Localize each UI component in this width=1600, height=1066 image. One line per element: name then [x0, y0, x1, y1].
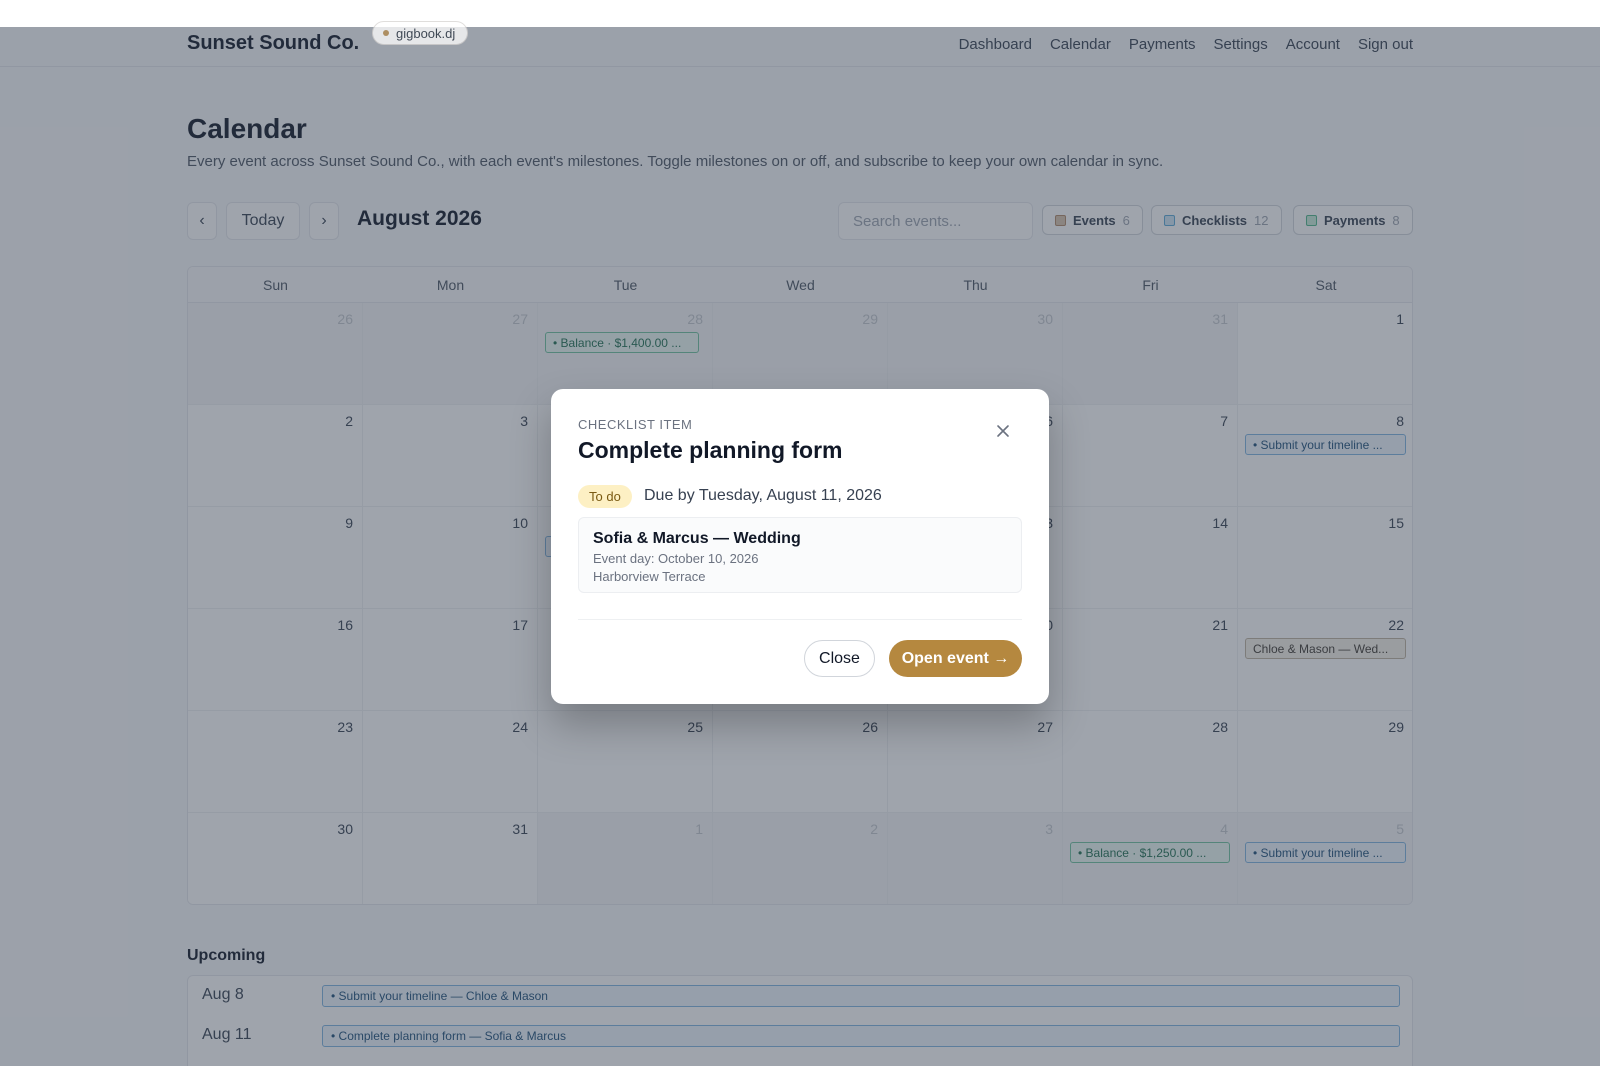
handle-badge: gigbook.dj [372, 21, 469, 45]
open-event-button[interactable]: Open event → [889, 640, 1022, 677]
event-summary-card: Sofia & Marcus — Wedding Event day: Octo… [578, 517, 1022, 593]
event-day: Event day: October 10, 2026 [593, 551, 759, 566]
event-name: Sofia & Marcus — Wedding [593, 530, 801, 547]
due-date: Due by Tuesday, August 11, 2026 [644, 487, 882, 504]
event-venue: Harborview Terrace [593, 569, 706, 584]
close-button[interactable]: Close [804, 640, 875, 677]
handle-text: gigbook.dj [396, 25, 456, 41]
status-badge: To do [578, 485, 632, 508]
status-dot-icon [383, 30, 389, 36]
top-strip [0, 0, 1600, 27]
checklist-item-dialog: CHECKLIST ITEM Complete planning form To… [551, 389, 1049, 704]
dialog-eyebrow: CHECKLIST ITEM [578, 417, 693, 432]
dialog-title: Complete planning form [578, 437, 843, 463]
close-icon[interactable] [991, 419, 1015, 443]
divider [578, 619, 1022, 620]
